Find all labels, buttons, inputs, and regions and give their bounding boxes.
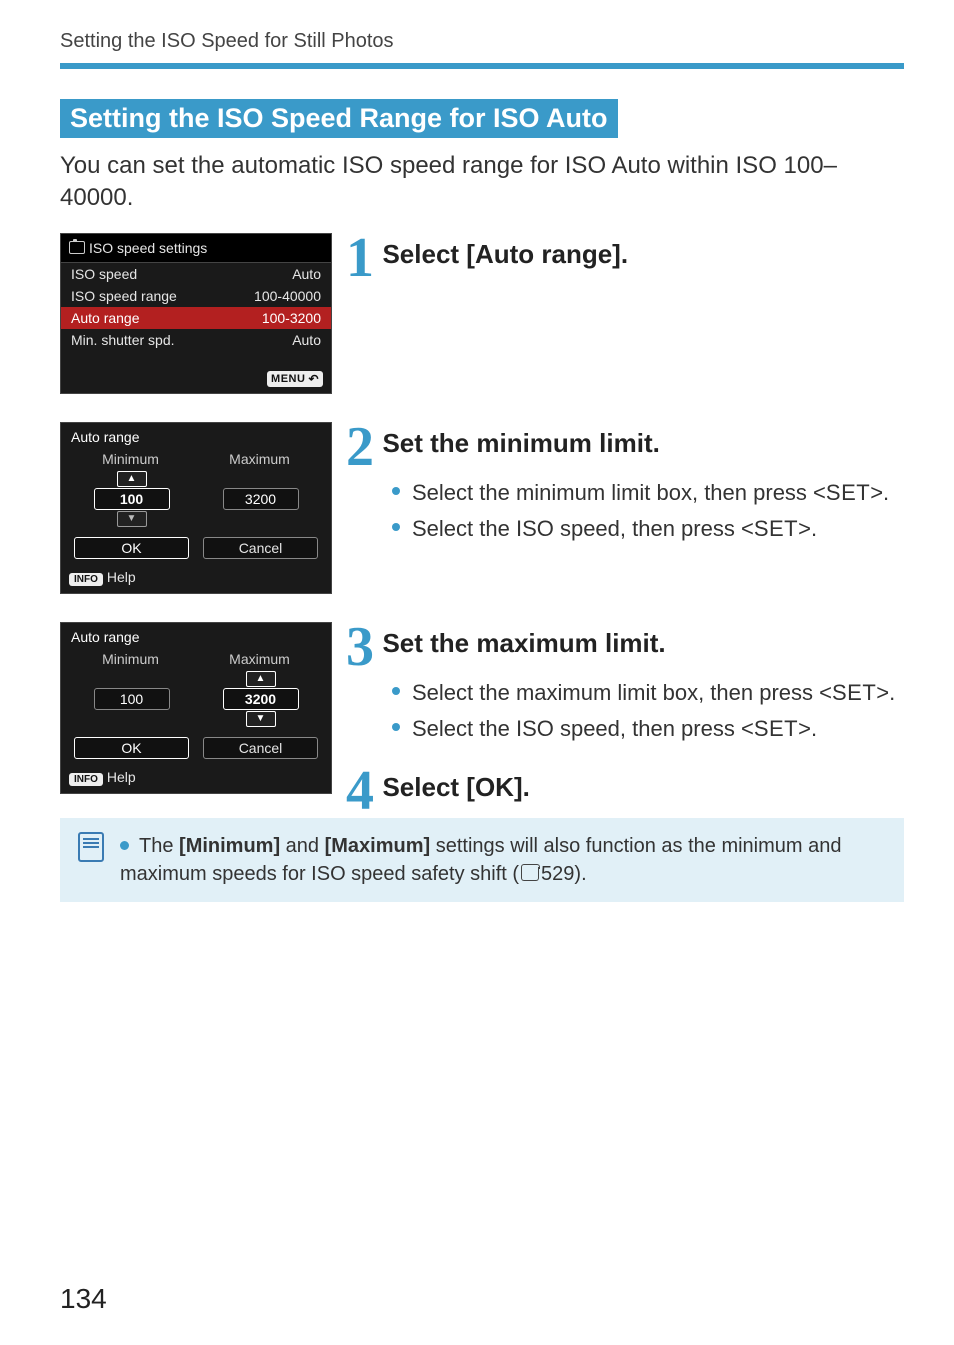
note-box: The [Minimum] and [Maximum] settings wil… (60, 818, 904, 902)
step-3-heading: Set the maximum limit. (382, 628, 665, 659)
menu-item-label: ISO speed (71, 266, 137, 282)
min-value[interactable]: 100 (94, 688, 170, 710)
note-text: The [Minimum] and [Maximum] settings wil… (120, 832, 886, 888)
intro-text: You can set the automatic ISO speed rang… (60, 150, 904, 215)
min-decrease-button[interactable]: ▼ (117, 511, 147, 527)
info-help[interactable]: INFO Help (61, 765, 331, 793)
step-number-2: 2 (342, 422, 378, 472)
menu-item-value: 100-40000 (254, 288, 321, 304)
max-value[interactable]: 3200 (223, 688, 299, 710)
bullet-icon (120, 841, 129, 850)
set-glyph-icon: SET (832, 680, 876, 705)
step-number-4: 4 (342, 766, 378, 816)
help-label: Help (107, 569, 136, 585)
menu-item-value: Auto (292, 332, 321, 348)
menu-item-label: Min. shutter spd. (71, 332, 175, 348)
section-title: Setting the ISO Speed Range for ISO Auto (60, 99, 618, 138)
max-value[interactable]: 3200 (223, 488, 299, 510)
column-minimum: Minimum (102, 651, 159, 667)
page-header: Setting the ISO Speed for Still Photos (60, 30, 904, 53)
set-glyph-icon: SET (754, 716, 798, 741)
page-number: 134 (60, 1283, 107, 1315)
column-minimum: Minimum (102, 451, 159, 467)
menu-item-iso-speed[interactable]: ISO speed Auto (61, 263, 331, 285)
info-help[interactable]: INFO Help (61, 565, 331, 593)
menu-back-button[interactable]: MENU (267, 371, 323, 387)
ok-button[interactable]: OK (74, 537, 190, 559)
camera-screen-title: Auto range (61, 623, 331, 649)
info-badge: INFO (69, 573, 103, 586)
set-glyph-icon: SET (754, 516, 798, 541)
menu-item-value: 100-3200 (262, 310, 321, 326)
step-number-1: 1 (342, 233, 378, 283)
camera-screen-title: ISO speed settings (61, 234, 331, 263)
note-icon (78, 832, 104, 862)
step-1-heading: Select [Auto range]. (382, 239, 628, 270)
column-maximum: Maximum (229, 651, 290, 667)
step-3-bullet-2: Select the ISO speed, then press <SET>. (392, 714, 904, 744)
step-number-3: 3 (342, 622, 378, 672)
menu-item-auto-range[interactable]: Auto range 100-3200 (61, 307, 331, 329)
step-2-bullet-1: Select the minimum limit box, then press… (392, 478, 904, 508)
info-badge: INFO (69, 773, 103, 786)
menu-item-iso-speed-range[interactable]: ISO speed range 100-40000 (61, 285, 331, 307)
step-3-bullet-1: Select the maximum limit box, then press… (392, 678, 904, 708)
menu-item-label: Auto range (71, 310, 140, 326)
camera-title-text: ISO speed settings (89, 240, 207, 256)
camera-screen-title: Auto range (61, 423, 331, 449)
camera-screen-auto-range-max: Auto range Minimum Maximum 100 ▲ 3200 ▼ … (60, 622, 332, 794)
step-2-bullet-2: Select the ISO speed, then press <SET>. (392, 514, 904, 544)
menu-item-min-shutter-spd[interactable]: Min. shutter spd. Auto (61, 329, 331, 351)
header-rule (60, 63, 904, 69)
camera-screen-auto-range-min: Auto range Minimum Maximum ▲ 100 ▼ 3200 … (60, 422, 332, 594)
set-glyph-icon: SET (826, 480, 870, 505)
menu-item-label: ISO speed range (71, 288, 177, 304)
ok-button[interactable]: OK (74, 737, 190, 759)
min-increase-button[interactable]: ▲ (117, 471, 147, 487)
camera-screen-iso-settings: ISO speed settings ISO speed Auto ISO sp… (60, 233, 332, 394)
cancel-button[interactable]: Cancel (203, 737, 319, 759)
book-icon (521, 867, 539, 881)
step-2-heading: Set the minimum limit. (382, 428, 659, 459)
menu-item-value: Auto (292, 266, 321, 282)
max-increase-button[interactable]: ▲ (246, 671, 276, 687)
column-maximum: Maximum (229, 451, 290, 467)
step-4-heading: Select [OK]. (382, 772, 529, 803)
max-decrease-button[interactable]: ▼ (246, 711, 276, 727)
camera-icon (69, 241, 85, 254)
min-value[interactable]: 100 (94, 488, 170, 510)
cancel-button[interactable]: Cancel (203, 537, 319, 559)
help-label: Help (107, 769, 136, 785)
